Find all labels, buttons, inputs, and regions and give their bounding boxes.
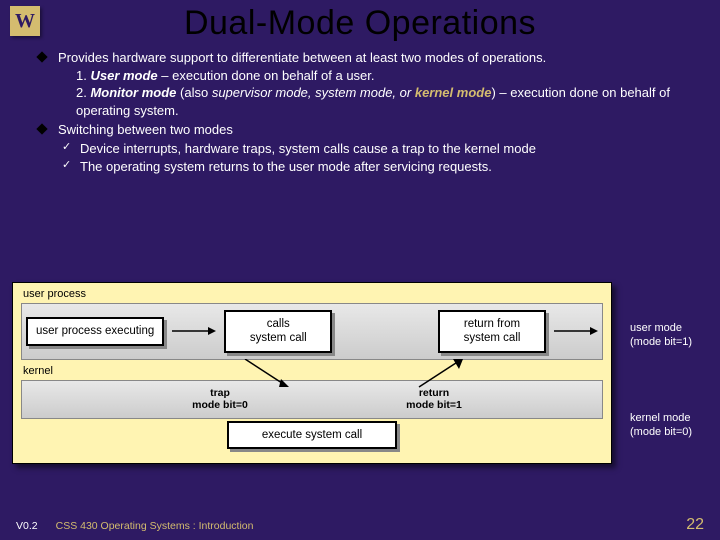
term-user-mode: User mode bbox=[90, 68, 157, 83]
side-user-l1: user mode bbox=[630, 322, 720, 336]
node-calls-syscall: calls system call bbox=[224, 310, 332, 353]
slide-footer: V0.2 CSS 430 Operating Systems : Introdu… bbox=[0, 516, 720, 534]
term-monitor-mode: Monitor mode bbox=[90, 85, 176, 100]
annot-return-l2: mode bit=1 bbox=[395, 399, 473, 412]
node-user-executing: user process executing bbox=[26, 317, 164, 345]
rest-1: – execution done on behalf of a user. bbox=[158, 68, 375, 83]
sub-1-text: Device interrupts, hardware traps, syste… bbox=[80, 141, 536, 156]
slide-title: Dual-Mode Operations bbox=[0, 0, 720, 49]
slide-content: Provides hardware support to differentia… bbox=[0, 49, 720, 176]
bullet-diamond-icon bbox=[36, 51, 47, 62]
bullet-2-intro: Switching between two modes bbox=[58, 121, 686, 139]
bullet-diamond-icon bbox=[36, 124, 47, 135]
course-label: CSS 430 Operating Systems : Introduction bbox=[56, 520, 687, 532]
bullet-2-sub-2: ✓ The operating system returns to the us… bbox=[80, 158, 686, 176]
ital-2: supervisor mode, system mode, or bbox=[212, 85, 415, 100]
arrow-down-diag-icon bbox=[237, 359, 297, 391]
version-label: V0.2 bbox=[16, 520, 38, 532]
arrow-up-diag-icon bbox=[411, 359, 471, 391]
rest-2a: (also bbox=[176, 85, 211, 100]
term-kernel-mode: kernel mode bbox=[415, 85, 492, 100]
check-icon: ✓ bbox=[62, 140, 71, 155]
kernel-label: kernel bbox=[21, 360, 603, 380]
side-user-mode: user mode (mode bit=1) bbox=[630, 322, 720, 350]
num-2: 2. bbox=[76, 85, 90, 100]
side-kernel-l2: (mode bit=0) bbox=[630, 426, 720, 440]
node-execute-syscall: execute system call bbox=[227, 421, 397, 449]
bullet-2-sub-1: ✓ Device interrupts, hardware traps, sys… bbox=[80, 140, 686, 158]
mode-diagram: user process user process executing call… bbox=[12, 282, 712, 464]
side-kernel-l1: kernel mode bbox=[630, 412, 720, 426]
user-process-label: user process bbox=[21, 287, 603, 303]
side-kernel-mode: kernel mode (mode bit=0) bbox=[630, 412, 720, 440]
bullet-1-item-1: 1. User mode – execution done on behalf … bbox=[58, 67, 686, 85]
check-icon: ✓ bbox=[62, 158, 71, 173]
num-1: 1. bbox=[76, 68, 90, 83]
sub-2-text: The operating system returns to the user… bbox=[80, 159, 492, 174]
arrow-right-icon bbox=[172, 325, 216, 337]
page-number: 22 bbox=[686, 516, 704, 534]
side-user-l2: (mode bit=1) bbox=[630, 336, 720, 350]
arrow-right-icon bbox=[554, 325, 598, 337]
node-return-syscall: return from system call bbox=[438, 310, 546, 353]
bullet-1-item-2: 2. Monitor mode (also supervisor mode, s… bbox=[58, 84, 686, 119]
uw-logo: W bbox=[10, 6, 40, 36]
bullet-1-intro: Provides hardware support to differentia… bbox=[58, 49, 686, 67]
annot-trap-l2: mode bit=0 bbox=[181, 399, 259, 412]
